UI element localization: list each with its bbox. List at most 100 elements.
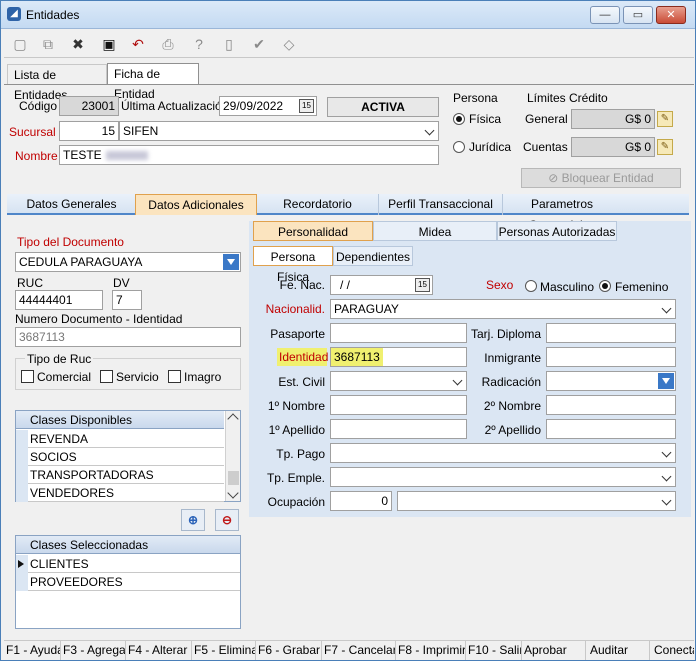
fe-nac-field[interactable]: / / 15 [330,275,433,295]
ultima-actualizacion-field[interactable]: 29/09/2022 15 [219,96,317,116]
apellido2-field[interactable] [546,419,676,439]
cuentas-label: Cuentas [523,140,568,154]
tarj-diploma-field[interactable] [546,323,676,343]
masculino-radio[interactable] [525,280,537,292]
sucursal-select[interactable]: SIFEN [119,121,439,141]
save-icon[interactable]: ▣ [97,32,121,56]
fisica-label: Física [469,112,502,126]
f7-cancelar-button[interactable]: F7 - Cancelar [322,641,396,660]
scrollbar[interactable] [225,411,240,501]
door-icon[interactable]: ▯ [217,32,241,56]
remove-class-button[interactable]: ⊖ [215,509,239,531]
tab-datos-generales[interactable]: Datos Generales [7,194,137,215]
auditar-button[interactable]: Auditar [586,641,650,660]
tp-pago-select[interactable] [330,443,676,463]
check-icon[interactable]: ✔ [247,32,271,56]
f10-salir-button[interactable]: F10 - Salir [466,641,522,660]
f3-agregar-button[interactable]: F3 - Agregar [61,641,126,660]
servicio-checkbox[interactable] [100,370,113,383]
ruc-field[interactable]: 44444401 [15,290,103,310]
clases-seleccionadas-list[interactable]: Clases Seleccionadas CLIENTES PROVEEDORE… [15,535,241,629]
comercial-label: Comercial [37,370,92,384]
radicacion-select[interactable] [546,371,676,391]
tab-perfil-transaccional[interactable]: Perfil Transaccional [379,194,503,215]
list-item[interactable]: TRANSPORTADORAS [28,466,224,484]
f6-grabar-button[interactable]: F6 - Grabar [256,641,322,660]
ocupacion-select[interactable] [397,491,676,511]
chevron-down-icon [425,126,435,136]
calendar-icon[interactable]: 15 [415,278,430,292]
f1-ayuda-button[interactable]: F1 - Ayuda [4,641,61,660]
sucursal-number-field[interactable]: 15 [59,121,119,141]
add-class-button[interactable]: ⊕ [181,509,205,531]
list-item[interactable]: REVENDA [28,430,224,448]
apellido1-field[interactable] [330,419,467,439]
new-icon[interactable]: ▢ [8,32,32,56]
block-icon: ⊘ [548,171,562,185]
close-button[interactable]: ✕ [656,6,686,24]
nombre2-field[interactable] [546,395,676,415]
bloquear-entidad-button[interactable]: ⊘ Bloquear Entidad [521,168,681,188]
inmigrante-field[interactable] [546,347,676,367]
print-icon[interactable]: ⎙ [156,32,180,56]
tab-persona-fisica[interactable]: Persona Física [253,246,333,284]
scroll-up-icon[interactable] [227,413,239,425]
tab-parametros-comerciales[interactable]: Parametros Comerciales [503,194,621,232]
comercial-checkbox[interactable] [21,370,34,383]
f4-alterar-button[interactable]: F4 - Alterar [126,641,192,660]
clases-disponibles-list[interactable]: Clases Disponibles REVENDA SOCIOS TRANSP… [15,410,241,502]
eraser-icon[interactable]: ◇ [277,32,301,56]
nombre-label: Nombre [15,149,58,163]
f5-eliminar-button[interactable]: F5 - Eliminar [192,641,256,660]
nombre1-field[interactable] [330,395,467,415]
tab-datos-adicionales[interactable]: Datos Adicionales [135,194,257,215]
list-item[interactable]: VENDEDORES [28,484,224,502]
tab-personalidad[interactable]: Personalidad [253,221,373,241]
est-civil-select[interactable] [330,371,467,391]
tab-ficha-entidad[interactable]: Ficha de Entidad [107,63,199,101]
juridica-radio[interactable] [453,141,465,153]
dv-field[interactable]: 7 [112,290,142,310]
tab-dependientes[interactable]: Dependientes [333,246,413,266]
tipo-documento-select[interactable]: CEDULA PARAGUAYA [15,252,241,272]
conectar-button[interactable]: Conectar [650,641,694,660]
maximize-button[interactable]: ▭ [623,6,653,24]
general-label: General [525,112,568,126]
tab-midea[interactable]: Midea [373,221,497,241]
list-item[interactable]: SOCIOS [28,448,224,466]
row-selector-column [16,430,28,502]
edit-icon[interactable]: ✎ [657,139,673,155]
tp-emple-select[interactable] [330,467,676,487]
list-item[interactable]: PROVEEDORES [28,573,240,591]
tab-lista-entidades[interactable]: Lista de Entidades [7,64,107,102]
delete-icon[interactable]: ✖ [66,32,90,56]
tab-recordatorio[interactable]: Recordatorio [257,194,379,215]
ocupacion-label: Ocupación [267,495,325,509]
identidad-field[interactable]: 3687113 [330,347,467,367]
scroll-down-icon[interactable] [227,487,239,499]
sucursal-label: Sucursal [9,125,56,139]
f8-imprimir-button[interactable]: F8 - Imprimir [396,641,466,660]
scroll-thumb[interactable] [228,471,239,485]
tarj-diploma-label: Tarj. Diploma [471,327,542,341]
imagro-checkbox[interactable] [168,370,181,383]
fisica-radio[interactable] [453,113,465,125]
pasaporte-field[interactable] [330,323,467,343]
tab-personas-autorizadas[interactable]: Personas Autorizadas [497,221,617,241]
help-icon[interactable]: ? [187,32,211,56]
ocupacion-code-field[interactable]: 0 [330,491,392,511]
copy-icon[interactable]: ⧉ [36,32,60,56]
nacionalidad-select[interactable]: PARAGUAY [330,299,676,319]
list-item[interactable]: CLIENTES [28,555,240,573]
window-title: Entidades [26,8,80,22]
numero-documento-field: 3687113 [15,327,241,347]
edit-icon[interactable]: ✎ [657,111,673,127]
calendar-icon[interactable]: 15 [299,99,314,113]
apellido2-label: 2º Apellido [484,423,541,437]
undo-icon[interactable]: ↶ [126,32,150,56]
nombre-field[interactable]: TESTE [59,145,439,165]
minimize-button[interactable]: — [590,6,620,24]
masculino-label: Masculino [540,280,595,294]
aprobar-button[interactable]: Aprobar [522,641,586,660]
femenino-radio[interactable] [599,280,611,292]
